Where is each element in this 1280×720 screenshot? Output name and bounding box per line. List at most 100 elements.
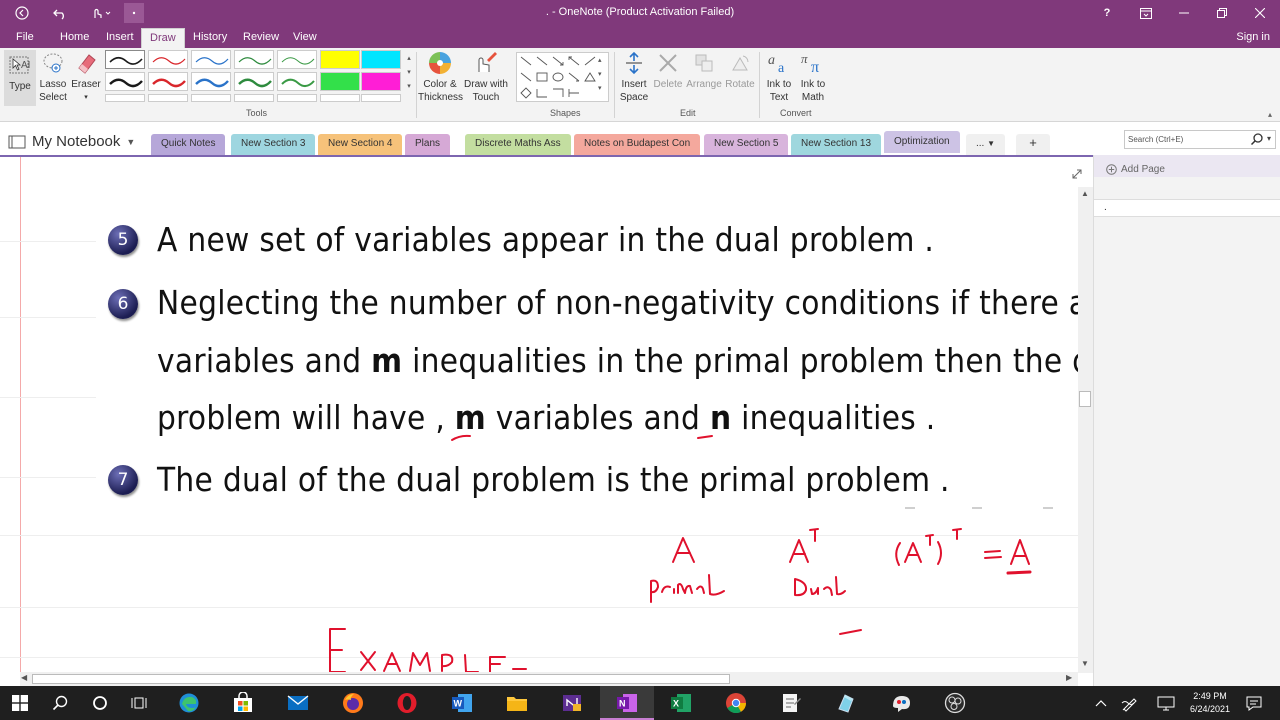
lasso-select-button[interactable]: Lasso Select (38, 50, 68, 104)
shapes-gallery[interactable] (516, 52, 609, 102)
pen-gallery-scroll[interactable]: ▴ ▾ ▾ (404, 52, 414, 102)
help-button[interactable]: ? (1092, 3, 1122, 23)
rotate-button[interactable]: Rotate (724, 50, 756, 91)
highlighter-swatch[interactable] (361, 50, 401, 69)
collapse-ribbon-icon[interactable]: ▴ (1268, 110, 1272, 119)
vertical-scroll-thumb[interactable] (1079, 391, 1091, 407)
highlighter-swatch[interactable] (320, 72, 360, 91)
pen-swatch[interactable] (105, 94, 145, 102)
firefox-icon[interactable] (340, 690, 366, 716)
page-canvas[interactable]: 5 A new set of variables appear in the d… (0, 155, 1093, 686)
pen-swatch[interactable] (105, 72, 145, 91)
section-tab-new-section-5[interactable]: New Section 5 (704, 134, 789, 155)
add-section-button[interactable]: + (1016, 134, 1050, 155)
more-sections-button[interactable]: ... ▼ (966, 134, 1006, 155)
section-tab-discrete-maths-ass[interactable]: Discrete Maths Ass (465, 134, 571, 155)
scroll-left-icon[interactable]: ◀ (21, 673, 27, 682)
tab-insert[interactable]: Insert (98, 28, 142, 48)
pen-swatch[interactable] (361, 94, 401, 102)
show-hidden-icons[interactable] (1088, 690, 1114, 716)
scroll-right-icon[interactable]: ▶ (1066, 673, 1072, 682)
tab-home[interactable]: Home (52, 28, 97, 48)
type-button[interactable]: AI Type (4, 50, 36, 106)
close-icon[interactable] (1245, 3, 1275, 23)
system-clock[interactable]: 2:49 PM 6/24/2021 (1180, 690, 1240, 716)
ink-to-text-button[interactable]: aa Ink to Text (762, 50, 796, 104)
pen-swatch[interactable] (191, 72, 231, 91)
notepad-icon[interactable] (778, 690, 804, 716)
search-icon[interactable] (1250, 132, 1264, 149)
pen-swatch[interactable] (191, 50, 231, 69)
ribbon-display-icon[interactable] (1131, 3, 1161, 23)
search-icon[interactable] (47, 690, 73, 716)
tab-view[interactable]: View (285, 28, 325, 48)
section-tab-quick-notes[interactable]: Quick Notes (151, 134, 226, 155)
tab-file[interactable]: File (8, 28, 42, 48)
mail-icon[interactable] (285, 690, 311, 716)
page-vertical-scrollbar[interactable]: ▲ ▼ (1078, 187, 1093, 673)
section-tab-optimization[interactable]: Optimization (884, 131, 960, 153)
draw-with-touch-button[interactable]: Draw with Touch (462, 50, 510, 104)
section-tab-new-section-13[interactable]: New Section 13 (791, 134, 882, 155)
section-tab-plans[interactable]: Plans (405, 134, 451, 155)
pen-swatch[interactable] (191, 94, 231, 102)
color-thickness-button[interactable]: Color & Thickness (418, 50, 463, 104)
section-tab-notes-on-budapest-con[interactable]: Notes on Budapest Con (574, 134, 701, 155)
pen-swatch[interactable] (105, 50, 145, 69)
snip-sketch-icon[interactable] (888, 690, 914, 716)
scroll-up-icon[interactable]: ▲ (1081, 189, 1089, 198)
pen-swatch[interactable] (277, 72, 317, 91)
pen-swatch[interactable] (277, 50, 317, 69)
restore-icon[interactable] (1207, 3, 1237, 23)
store-icon[interactable] (230, 690, 256, 716)
paint-3d-icon[interactable] (833, 690, 859, 716)
notebook-dropdown[interactable]: My Notebook ▼ (8, 133, 135, 150)
eraser-dropdown-icon[interactable]: ▾ (70, 91, 102, 104)
pen-workspace-icon[interactable] (1117, 690, 1143, 716)
sign-in-link[interactable]: Sign in (1236, 31, 1270, 43)
task-view-icon[interactable] (127, 690, 153, 716)
pen-swatch[interactable] (234, 50, 274, 69)
pen-swatch[interactable] (148, 94, 188, 102)
onenote-icon[interactable]: N (614, 690, 640, 716)
add-page-button[interactable]: Add Page (1094, 155, 1280, 177)
excel-icon[interactable]: X (668, 690, 694, 716)
edge-icon[interactable] (176, 690, 202, 716)
obs-icon[interactable] (942, 690, 968, 716)
pen-swatch[interactable] (234, 72, 274, 91)
word-icon[interactable]: W (449, 690, 475, 716)
arrange-button[interactable]: Arrange (685, 50, 723, 91)
tab-history[interactable]: History (185, 28, 235, 48)
opera-icon[interactable] (394, 690, 420, 716)
section-tab-new-section-4[interactable]: New Section 4 (318, 134, 403, 155)
pen-swatch[interactable] (148, 72, 188, 91)
section-tab-new-section-3[interactable]: New Section 3 (231, 134, 316, 155)
horizontal-scroll-thumb[interactable] (32, 674, 730, 684)
search-scope-dropdown[interactable]: ▾ (1267, 134, 1271, 143)
insert-space-button[interactable]: Insert Space (617, 50, 651, 104)
pen-swatch[interactable] (234, 94, 274, 102)
visual-studio-icon[interactable] (559, 690, 585, 716)
eraser-button[interactable]: Eraser ▾ (70, 50, 102, 104)
tab-review[interactable]: Review (235, 28, 287, 48)
shapes-scroll[interactable]: ▴ ▾ ▾ (598, 54, 602, 96)
delete-button[interactable]: Delete (652, 50, 684, 91)
pen-swatch[interactable] (148, 50, 188, 69)
tab-draw[interactable]: Draw (141, 28, 185, 48)
highlighter-swatch[interactable] (361, 72, 401, 91)
highlighter-swatch[interactable] (320, 50, 360, 69)
network-icon[interactable] (1153, 690, 1179, 716)
page-horizontal-scrollbar[interactable]: ◀ ▶ (20, 672, 1078, 686)
ink-to-math-button[interactable]: ππ Ink to Math (796, 50, 830, 104)
title-bar: . - OneNote (Product Activation Failed) … (0, 0, 1280, 26)
minimize-icon[interactable] (1169, 3, 1199, 23)
windows-start-icon[interactable] (7, 690, 33, 716)
pen-swatch[interactable] (320, 94, 360, 102)
notifications-icon[interactable] (1241, 690, 1267, 716)
cortana-icon[interactable] (87, 690, 113, 716)
pen-swatch[interactable] (277, 94, 317, 102)
chrome-icon[interactable] (723, 690, 749, 716)
page-list-item[interactable]: . (1094, 199, 1280, 217)
scroll-down-icon[interactable]: ▼ (1081, 659, 1089, 668)
file-explorer-icon[interactable] (504, 690, 530, 716)
